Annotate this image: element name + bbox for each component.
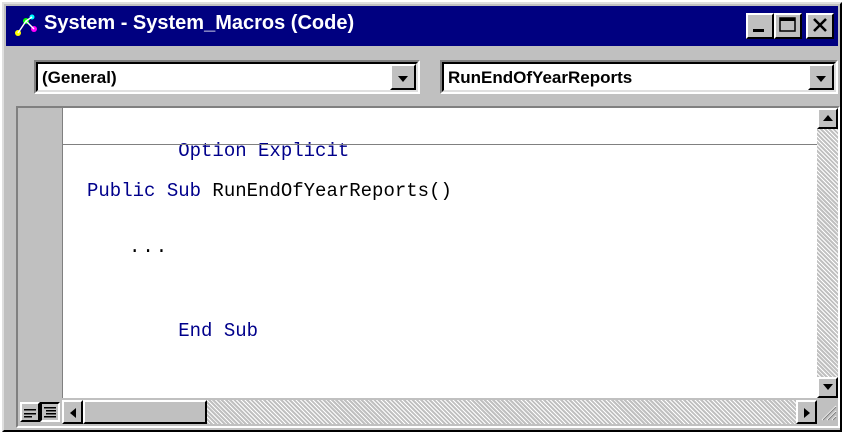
- full-module-view-icon: [44, 407, 56, 418]
- scroll-left-button[interactable]: [62, 400, 83, 424]
- chevron-down-icon: [816, 76, 826, 82]
- close-button[interactable]: [806, 13, 834, 39]
- code-window: System - System_Macros (Code) (General): [2, 2, 842, 432]
- code-pane: Option Explicit Public Sub RunEndOfYearR…: [16, 106, 840, 428]
- arrow-down-icon: [823, 384, 833, 390]
- close-icon: [813, 18, 827, 32]
- procedure-separator: [63, 144, 819, 145]
- object-combo-value: (General): [42, 68, 117, 87]
- procedure-view-button[interactable]: [20, 402, 40, 422]
- code-line-ellipsis: ...: [129, 236, 170, 258]
- procedure-view-icon: [24, 409, 36, 418]
- scroll-right-button[interactable]: [796, 400, 817, 424]
- maximize-button[interactable]: [774, 13, 802, 39]
- vba-project-icon[interactable]: [12, 13, 40, 39]
- code-editor[interactable]: Option Explicit Public Sub RunEndOfYearR…: [63, 108, 819, 398]
- scroll-down-button[interactable]: [817, 377, 838, 398]
- object-combo-dropdown-button[interactable]: [390, 64, 416, 90]
- vertical-scrollbar[interactable]: [817, 108, 838, 398]
- object-combo-field: (General): [36, 62, 418, 92]
- chevron-down-icon: [398, 76, 408, 82]
- procedure-combo-dropdown-button[interactable]: [808, 64, 834, 90]
- title-bar[interactable]: System - System_Macros (Code): [6, 6, 838, 46]
- code-line-sub-declaration: Public Sub RunEndOfYearReports(): [87, 180, 452, 202]
- resize-grip[interactable]: [817, 400, 838, 424]
- arrow-right-icon: [804, 408, 810, 418]
- arrow-left-icon: [70, 408, 76, 418]
- window-title: System - System_Macros (Code): [44, 12, 355, 34]
- horizontal-scrollbar[interactable]: [62, 400, 817, 424]
- keyword: Public Sub: [87, 180, 202, 202]
- object-combo[interactable]: (General): [34, 60, 420, 94]
- code-line-end-sub: End Sub: [87, 298, 258, 364]
- horizontal-scroll-thumb[interactable]: [83, 400, 207, 424]
- maximize-icon: [779, 17, 796, 32]
- resize-grip-icon: [821, 405, 837, 421]
- procedure-combo-value: RunEndOfYearReports: [448, 68, 633, 87]
- procedure-combo-field: RunEndOfYearReports: [442, 62, 836, 92]
- keyword: End Sub: [178, 320, 259, 342]
- full-module-view-button[interactable]: [40, 402, 60, 422]
- minimize-button[interactable]: [746, 13, 774, 39]
- bottom-bar: [18, 398, 838, 426]
- procedure-signature: RunEndOfYearReports(): [201, 180, 452, 202]
- margin-indicator-bar[interactable]: [18, 108, 63, 398]
- vertical-scroll-track[interactable]: [817, 129, 838, 377]
- code-line-option-explicit: Option Explicit: [87, 118, 349, 184]
- arrow-up-icon: [823, 115, 833, 121]
- scroll-up-button[interactable]: [817, 108, 838, 129]
- procedure-combo[interactable]: RunEndOfYearReports: [440, 60, 838, 94]
- minimize-icon: [753, 29, 764, 32]
